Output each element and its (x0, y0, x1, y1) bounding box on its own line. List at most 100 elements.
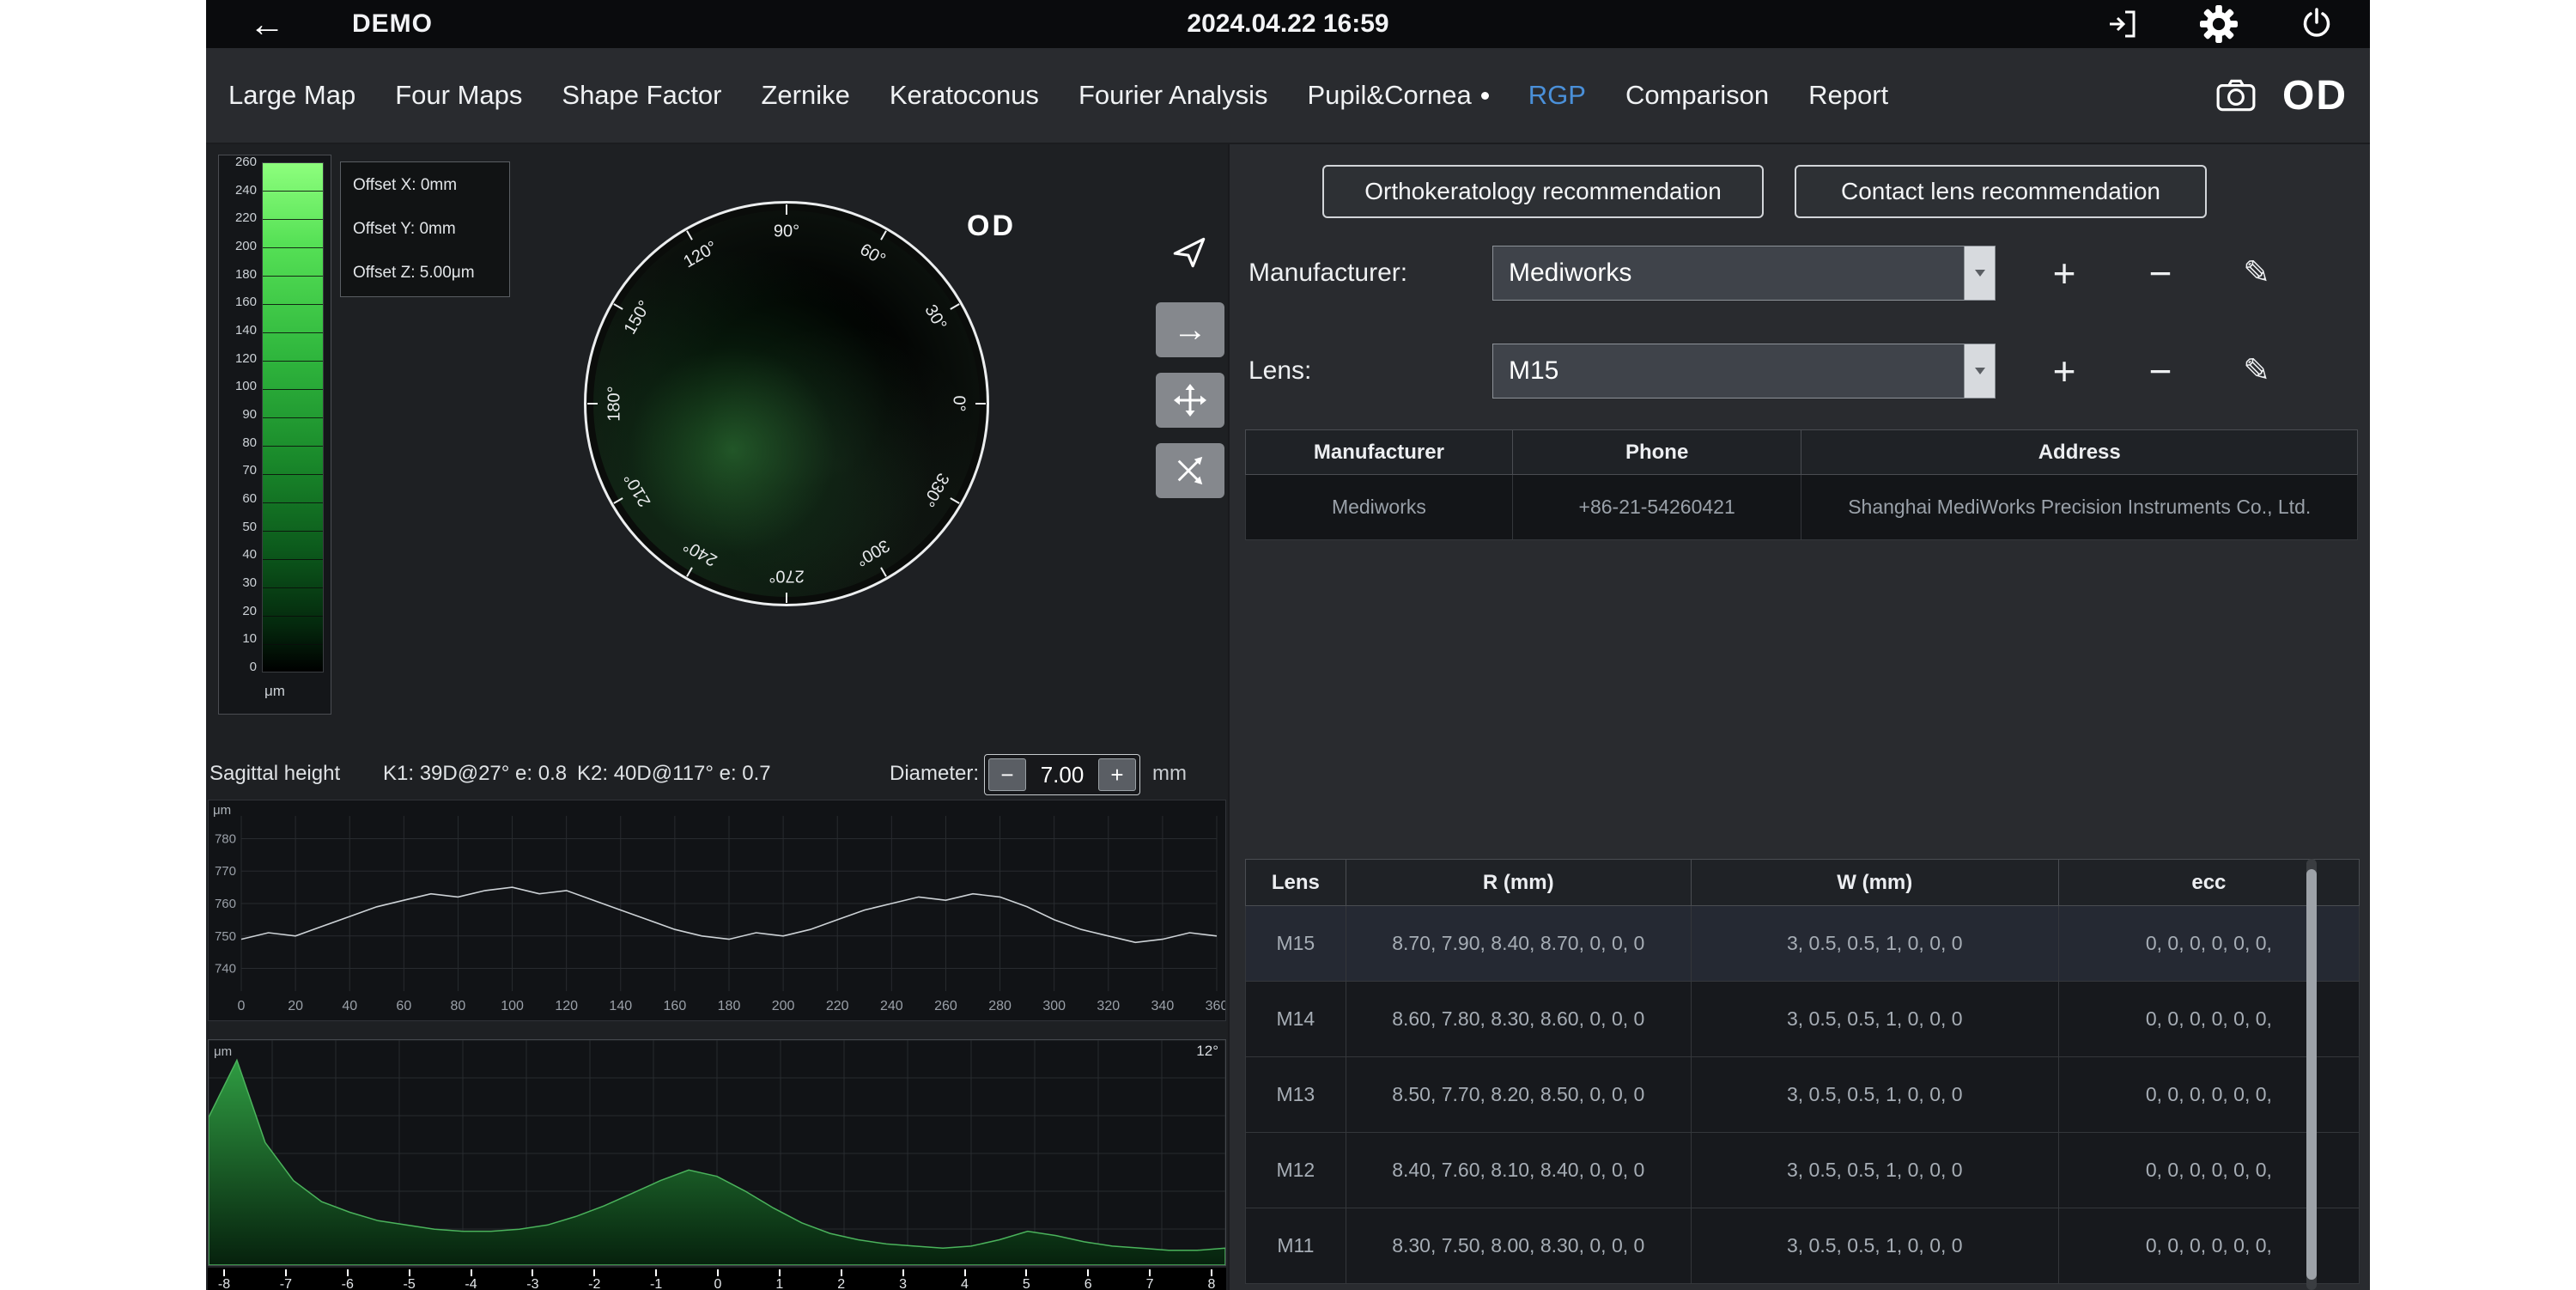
svg-text:μm: μm (214, 1044, 232, 1059)
pointer-tool[interactable] (1170, 232, 1209, 276)
scrollbar-thumb[interactable] (2306, 869, 2317, 1280)
svg-text:140: 140 (609, 999, 632, 1013)
diameter-increase-button[interactable]: + (1098, 758, 1136, 791)
tab-zernike[interactable]: Zernike (762, 80, 850, 111)
edit-manufacturer-button[interactable]: ✎ (2233, 246, 2281, 301)
table-cell: Mediworks (1246, 475, 1513, 540)
ruler-number: -8 (218, 1277, 230, 1290)
tab-pupil-cornea[interactable]: Pupil&Cornea (1307, 80, 1488, 111)
ruler-tick (347, 1269, 349, 1276)
svg-text:260: 260 (934, 999, 957, 1013)
table-cell: M11 (1246, 1208, 1346, 1284)
svg-text:20: 20 (288, 999, 303, 1013)
svg-text:760: 760 (215, 897, 236, 911)
lens-dropdown[interactable]: M15 (1492, 344, 1996, 399)
tab-shape-factor[interactable]: Shape Factor (562, 80, 721, 111)
ruler-tick (1149, 1269, 1151, 1276)
table-row[interactable]: M138.50, 7.70, 8.20, 8.50, 0, 0, 03, 0.5… (1246, 1057, 2360, 1133)
back-arrow-icon: ← (249, 6, 285, 42)
power-button[interactable] (2300, 7, 2334, 41)
table-row[interactable]: M118.30, 7.50, 8.00, 8.30, 0, 0, 03, 0.5… (1246, 1208, 2360, 1284)
tab-large-map[interactable]: Large Map (228, 80, 355, 111)
tab-four-maps[interactable]: Four Maps (395, 80, 522, 111)
contact-lens-recommendation-button[interactable]: Contact lens recommendation (1795, 165, 2207, 218)
scale-tick-label: 160 (219, 295, 257, 309)
move-button[interactable] (1156, 373, 1224, 428)
ruler-number: 0 (714, 1277, 722, 1290)
expand-button[interactable] (1156, 443, 1224, 498)
diameter-decrease-button[interactable]: − (988, 758, 1026, 791)
table-row[interactable]: M128.40, 7.60, 8.10, 8.40, 0, 0, 03, 0.5… (1246, 1133, 2360, 1208)
power-icon (2300, 7, 2334, 41)
exit-session-button[interactable] (2105, 8, 2138, 40)
ruler-tick (471, 1269, 472, 1276)
svg-text:780: 780 (215, 831, 236, 846)
tab-label: Large Map (228, 80, 355, 111)
ruler-number: 3 (899, 1277, 907, 1290)
pencil-icon: ✎ (2243, 353, 2270, 389)
back-button[interactable]: ← (249, 6, 285, 42)
nav-bar: Large Map Four Maps Shape Factor Zernike Ker… (206, 48, 2370, 144)
screenshot-camera-button[interactable] (2215, 77, 2257, 113)
tab-comparison[interactable]: Comparison (1625, 80, 1769, 111)
ruler-number: 2 (837, 1277, 845, 1290)
k2-reading: K2: 40D@117° e: 0.7 (577, 749, 771, 799)
tab-report[interactable]: Report (1808, 80, 1888, 111)
svg-text:80: 80 (451, 999, 466, 1013)
patient-name: DEMO (352, 9, 433, 39)
column-header: Lens (1246, 860, 1346, 906)
svg-text:200: 200 (772, 999, 795, 1013)
topography-map[interactable]: 0°30°60°90°120°150°180°210°240°270°300°3… (584, 201, 989, 606)
add-lens-button[interactable]: + (2040, 344, 2088, 399)
settings-button[interactable] (2200, 5, 2238, 43)
tab-label: Pupil&Cornea (1307, 80, 1471, 111)
svg-text:0: 0 (238, 999, 246, 1013)
scale-tick-label: 60 (219, 492, 257, 506)
gear-icon (2200, 5, 2238, 43)
remove-manufacturer-button[interactable]: − (2136, 246, 2184, 301)
tab-fourier-analysis[interactable]: Fourier Analysis (1078, 80, 1268, 111)
tab-keratoconus[interactable]: Keratoconus (890, 80, 1039, 111)
table-row[interactable]: M148.60, 7.80, 8.30, 8.60, 0, 0, 03, 0.5… (1246, 982, 2360, 1057)
lens-label: Lens: (1249, 344, 1311, 399)
scale-tick-label: 240 (219, 184, 257, 198)
table-cell: 3, 0.5, 0.5, 1, 0, 0, 0 (1691, 982, 2058, 1057)
orthokeratology-recommendation-button[interactable]: Orthokeratology recommendation (1322, 165, 1764, 218)
table-cell: 8.60, 7.80, 8.30, 8.60, 0, 0, 0 (1346, 982, 1691, 1057)
svg-text:μm: μm (213, 803, 231, 818)
manufacturer-dropdown[interactable]: Mediworks (1492, 246, 1996, 301)
degree-tick (786, 204, 787, 215)
dropdown-button[interactable] (1964, 344, 1995, 398)
edit-lens-button[interactable]: ✎ (2233, 344, 2281, 399)
offset-x-value: Offset X: 0mm (353, 176, 497, 195)
ruler-number: 5 (1023, 1277, 1030, 1290)
table-row[interactable]: Mediworks+86-21-54260421Shanghai MediWor… (1246, 475, 2358, 540)
svg-text:40: 40 (342, 999, 357, 1013)
degree-label-180: 180° (605, 386, 625, 421)
move-icon (1173, 383, 1207, 417)
manufacturer-table: ManufacturerPhoneAddressMediworks+86-21-… (1245, 429, 2358, 540)
dropdown-button[interactable] (1964, 246, 1995, 300)
ruler-number: -2 (588, 1277, 600, 1290)
sagittal-height-chart: 0204060801001201401601802002202402602803… (208, 800, 1226, 1021)
scale-tick-label: 90 (219, 408, 257, 422)
add-manufacturer-button[interactable]: + (2040, 246, 2088, 301)
svg-text:770: 770 (215, 864, 236, 879)
tab-rgp[interactable]: RGP (1528, 80, 1586, 111)
ruler-tick (1087, 1269, 1089, 1276)
apply-to-right-button[interactable]: → (1156, 302, 1224, 357)
table-row[interactable]: M158.70, 7.90, 8.40, 8.70, 0, 0, 03, 0.5… (1246, 906, 2360, 982)
scale-tick-label: 20 (219, 605, 257, 618)
ruler-number: 1 (775, 1277, 783, 1290)
column-header: Manufacturer (1246, 430, 1513, 475)
svg-text:750: 750 (215, 929, 236, 944)
offset-info: Offset X: 0mm Offset Y: 0mm Offset Z: 5.… (340, 161, 510, 297)
ruler-number: -1 (650, 1277, 662, 1290)
color-scale-bar (262, 162, 324, 672)
scale-tick-label: 140 (219, 324, 257, 338)
ruler-tick (902, 1269, 904, 1276)
manufacturer-value: Mediworks (1493, 246, 1964, 300)
offset-y-value: Offset Y: 0mm (353, 220, 497, 239)
svg-text:740: 740 (215, 962, 236, 977)
remove-lens-button[interactable]: − (2136, 344, 2184, 399)
